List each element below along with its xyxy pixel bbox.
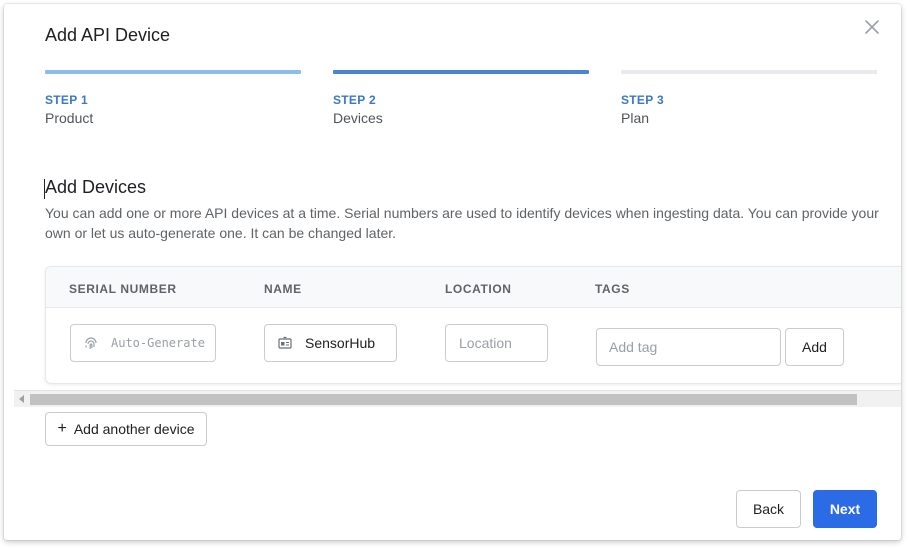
- close-icon[interactable]: [863, 18, 881, 36]
- step-number: STEP 1: [45, 93, 88, 107]
- table-header: SERIAL NUMBER NAME LOCATION TAGS: [46, 267, 901, 308]
- stepper: STEP 1 Product STEP 2 Devices STEP 3 Pla…: [45, 70, 877, 130]
- step-number: STEP 2: [333, 93, 376, 107]
- id-badge-icon: [278, 336, 292, 349]
- add-another-device-button[interactable]: + Add another device: [45, 412, 207, 446]
- step-label: Plan: [621, 110, 650, 126]
- device-name-value: SensorHub: [305, 335, 376, 351]
- tag-placeholder: Add tag: [609, 339, 658, 355]
- step-label: Devices: [333, 110, 383, 126]
- location-input[interactable]: Location: [445, 324, 548, 362]
- step-product: STEP 1 Product: [45, 70, 301, 126]
- fingerprint-icon: [85, 337, 97, 349]
- step-plan: STEP 3 Plan: [621, 70, 877, 126]
- horizontal-scrollbar[interactable]: [14, 390, 901, 407]
- add-tag-button[interactable]: Add: [785, 328, 844, 366]
- step-progress-bar: [333, 70, 589, 74]
- tag-input[interactable]: Add tag: [596, 328, 781, 366]
- next-button[interactable]: Next: [813, 490, 877, 528]
- scroll-left-arrow-icon[interactable]: [19, 395, 24, 403]
- step-label: Product: [45, 110, 94, 126]
- step-progress-bar: [621, 70, 877, 74]
- auto-generate-serial-button[interactable]: Auto-Generate: [70, 324, 216, 362]
- location-placeholder: Location: [459, 335, 512, 351]
- add-api-device-dialog: Add API Device STEP 1 Product STEP 2 Dev…: [4, 4, 901, 540]
- column-header-name: NAME: [264, 282, 302, 296]
- column-header-serial-number: SERIAL NUMBER: [69, 282, 177, 296]
- scrollbar-thumb[interactable]: [30, 394, 857, 405]
- devices-table: SERIAL NUMBER NAME LOCATION TAGS Auto-Ge…: [45, 266, 901, 384]
- step-devices: STEP 2 Devices: [333, 70, 589, 126]
- section-title: Add Devices: [45, 177, 147, 197]
- column-header-tags: TAGS: [595, 282, 630, 296]
- add-another-device-label: Add another device: [73, 421, 195, 437]
- back-button[interactable]: Back: [736, 490, 801, 528]
- auto-generate-label: Auto-Generate: [111, 336, 205, 350]
- plus-icon: +: [57, 420, 67, 437]
- device-name-input[interactable]: SensorHub: [264, 324, 397, 362]
- dialog-title: Add API Device: [45, 25, 171, 45]
- step-progress-bar: [45, 70, 301, 74]
- column-header-location: LOCATION: [445, 282, 512, 296]
- section-description: You can add one or more API devices at a…: [45, 205, 879, 241]
- step-number: STEP 3: [621, 93, 664, 107]
